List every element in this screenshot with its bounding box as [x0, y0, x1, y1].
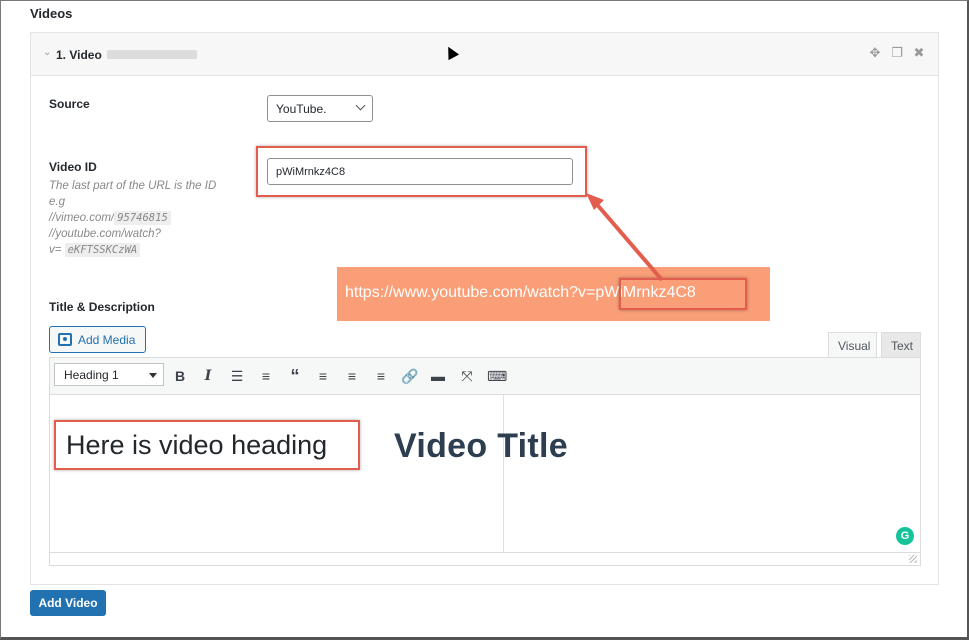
format-select[interactable]: Heading 1: [54, 363, 164, 386]
source-select[interactable]: YouTube.: [267, 95, 373, 122]
align-left-icon[interactable]: ≡: [314, 367, 332, 385]
hint-text: The last part of the URL is the ID e.g: [49, 180, 217, 208]
rich-text-editor: Heading 1 B I ☰ ≡ “ ≡ ≡ ≡ 🔗 ▬ ⤧ ⌨ Here i…: [49, 357, 921, 566]
add-media-label: Add Media: [78, 333, 136, 347]
fullscreen-icon[interactable]: ⤧: [458, 367, 476, 385]
resize-grip-icon[interactable]: [909, 555, 917, 563]
toolbar-toggle-icon[interactable]: ⌨: [487, 367, 507, 385]
add-video-button[interactable]: Add Video: [30, 590, 106, 616]
read-more-icon[interactable]: ▬: [429, 367, 447, 385]
editor-toolbar: Heading 1 B I ☰ ≡ “ ≡ ≡ ≡ 🔗 ▬ ⤧ ⌨: [50, 358, 920, 395]
format-selected-value: Heading 1: [64, 368, 119, 382]
blurred-title-placeholder: [107, 50, 197, 59]
panel-title: 1. Video: [56, 48, 102, 62]
title-description-label: Title & Description: [49, 300, 155, 314]
align-right-icon[interactable]: ≡: [372, 367, 390, 385]
caret-down-icon: [149, 373, 157, 378]
hint-vimeo-code: 95746815: [114, 211, 171, 225]
chevron-down-icon[interactable]: ⌄: [43, 47, 51, 58]
add-media-button[interactable]: Add Media: [49, 326, 146, 353]
panel-header[interactable]: ⌄ 1. Video ✥ ❐ ✖: [31, 33, 938, 76]
editor-statusbar: [50, 552, 920, 565]
section-title: Videos: [30, 6, 73, 21]
hint-vimeo-prefix: //vimeo.com/: [49, 212, 115, 224]
video-id-label: Video ID: [49, 160, 97, 174]
video-title-annotation: Video Title: [394, 427, 568, 465]
editor-divider: [503, 395, 504, 552]
hint-youtube-prefix: //youtube.com/watch?: [49, 228, 161, 240]
source-label: Source: [49, 97, 90, 111]
heading-text: Here is video heading: [66, 430, 328, 460]
numbered-list-icon[interactable]: ≡: [257, 367, 275, 385]
url-prefix: https://www.youtube.com/watch?v=: [345, 284, 596, 301]
url-annotation: https://www.youtube.com/watch?v=pWiMrnkz…: [337, 267, 770, 321]
url-id-highlight: [619, 278, 747, 310]
bold-icon[interactable]: B: [171, 367, 189, 385]
italic-icon[interactable]: I: [199, 367, 217, 385]
source-selected-value: YouTube.: [276, 102, 327, 116]
tab-visual[interactable]: Visual: [828, 332, 877, 357]
duplicate-icon[interactable]: ❐: [890, 46, 904, 60]
blockquote-icon[interactable]: “: [286, 367, 304, 385]
hint-youtube-v: v=: [49, 244, 62, 256]
tab-text[interactable]: Text: [881, 332, 921, 357]
video-panel: ⌄ 1. Video ✥ ❐ ✖ Source YouTube. Video I…: [30, 32, 939, 585]
chevron-down-icon: [355, 100, 366, 111]
mouse-cursor-icon: [442, 43, 460, 61]
heading-highlight: Here is video heading: [54, 420, 360, 470]
bullet-list-icon[interactable]: ☰: [228, 367, 246, 385]
video-id-input[interactable]: pWiMrnkz4C8: [267, 158, 573, 185]
close-icon[interactable]: ✖: [912, 46, 926, 60]
grammarly-icon[interactable]: G: [896, 527, 914, 545]
panel-actions: ✥ ❐ ✖: [868, 46, 926, 60]
hint-youtube-code: eKFTSSKCzWA: [64, 243, 141, 257]
link-icon[interactable]: 🔗: [401, 367, 419, 385]
editor-content[interactable]: Here is video heading Video Title G: [50, 395, 920, 565]
video-id-hint: The last part of the URL is the ID e.g /…: [49, 178, 224, 258]
media-icon: [58, 333, 72, 346]
move-icon[interactable]: ✥: [868, 46, 882, 60]
align-center-icon[interactable]: ≡: [343, 367, 361, 385]
